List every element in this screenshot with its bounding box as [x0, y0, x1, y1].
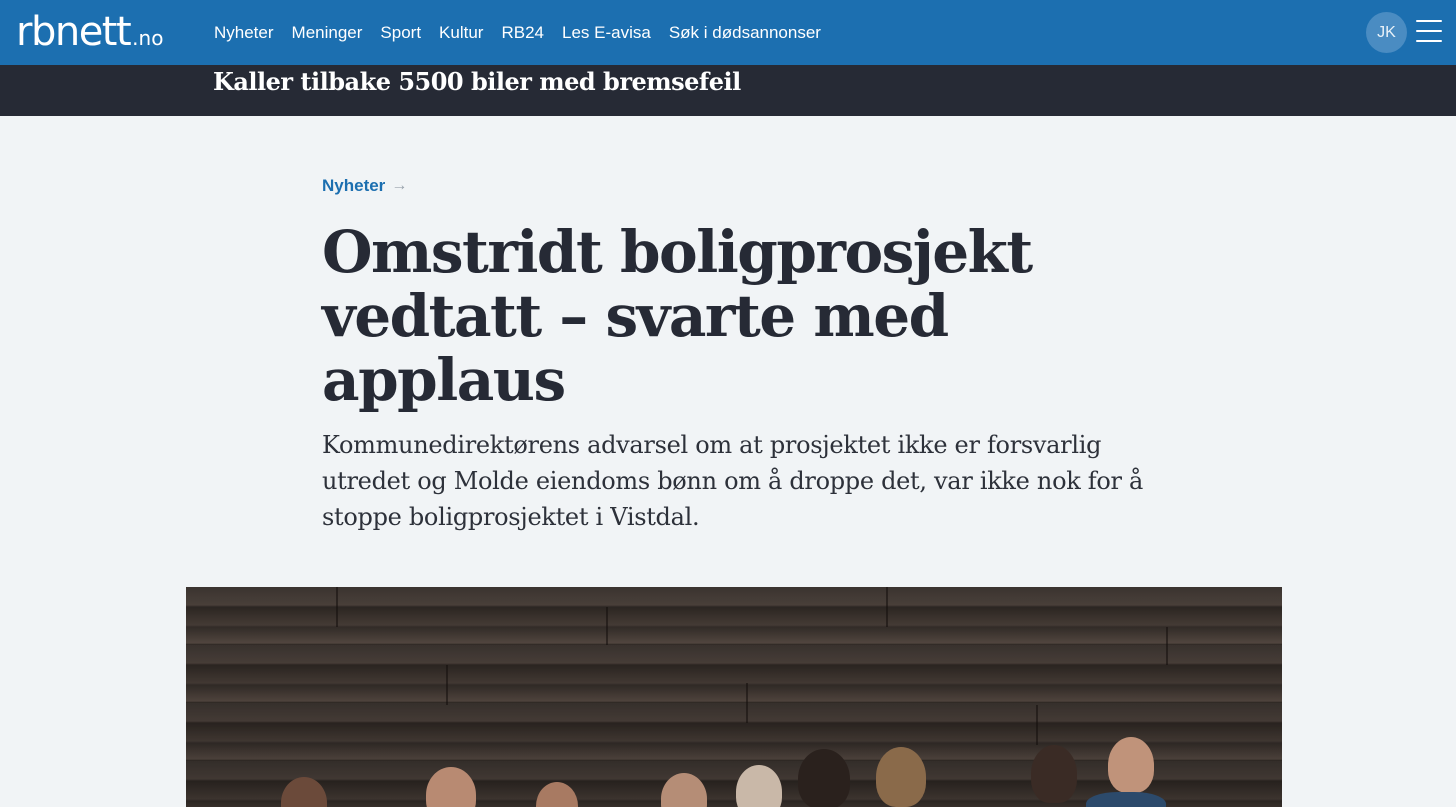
- logo-tld: .no: [132, 26, 164, 50]
- article-lead: Kommunedirektørens advarsel om at prosje…: [322, 431, 1144, 531]
- nav-item-e-avisa[interactable]: Les E-avisa: [562, 23, 651, 43]
- top-navigation-bar: rbnett .no Nyheter Meninger Sport Kultur…: [0, 0, 1456, 65]
- nav-item-meninger[interactable]: Meninger: [292, 23, 363, 43]
- arrow-right-icon: →: [391, 177, 408, 194]
- breaking-news-headline[interactable]: Kaller tilbake 5500 biler med bremsefeil: [213, 66, 741, 98]
- nav-item-sport[interactable]: Sport: [380, 23, 421, 43]
- main-nav: Nyheter Meninger Sport Kultur RB24 Les E…: [214, 0, 839, 65]
- article-section-link[interactable]: Nyheter →: [322, 176, 407, 196]
- section-label: Nyheter: [322, 176, 386, 195]
- logo-wordmark: rbnett: [16, 9, 132, 55]
- article-hero-image: [186, 587, 1282, 807]
- hamburger-menu-icon[interactable]: [1416, 20, 1442, 42]
- nav-item-nyheter[interactable]: Nyheter: [214, 23, 274, 43]
- article-title: Omstridt boligprosjekt vedtatt – svarte …: [322, 218, 1033, 414]
- site-logo[interactable]: rbnett .no: [16, 8, 163, 56]
- nav-item-kultur[interactable]: Kultur: [439, 23, 483, 43]
- user-avatar[interactable]: JK: [1366, 12, 1407, 53]
- nav-item-dodsannonser[interactable]: Søk i dødsannonser: [669, 23, 821, 43]
- nav-item-rb24[interactable]: RB24: [501, 23, 544, 43]
